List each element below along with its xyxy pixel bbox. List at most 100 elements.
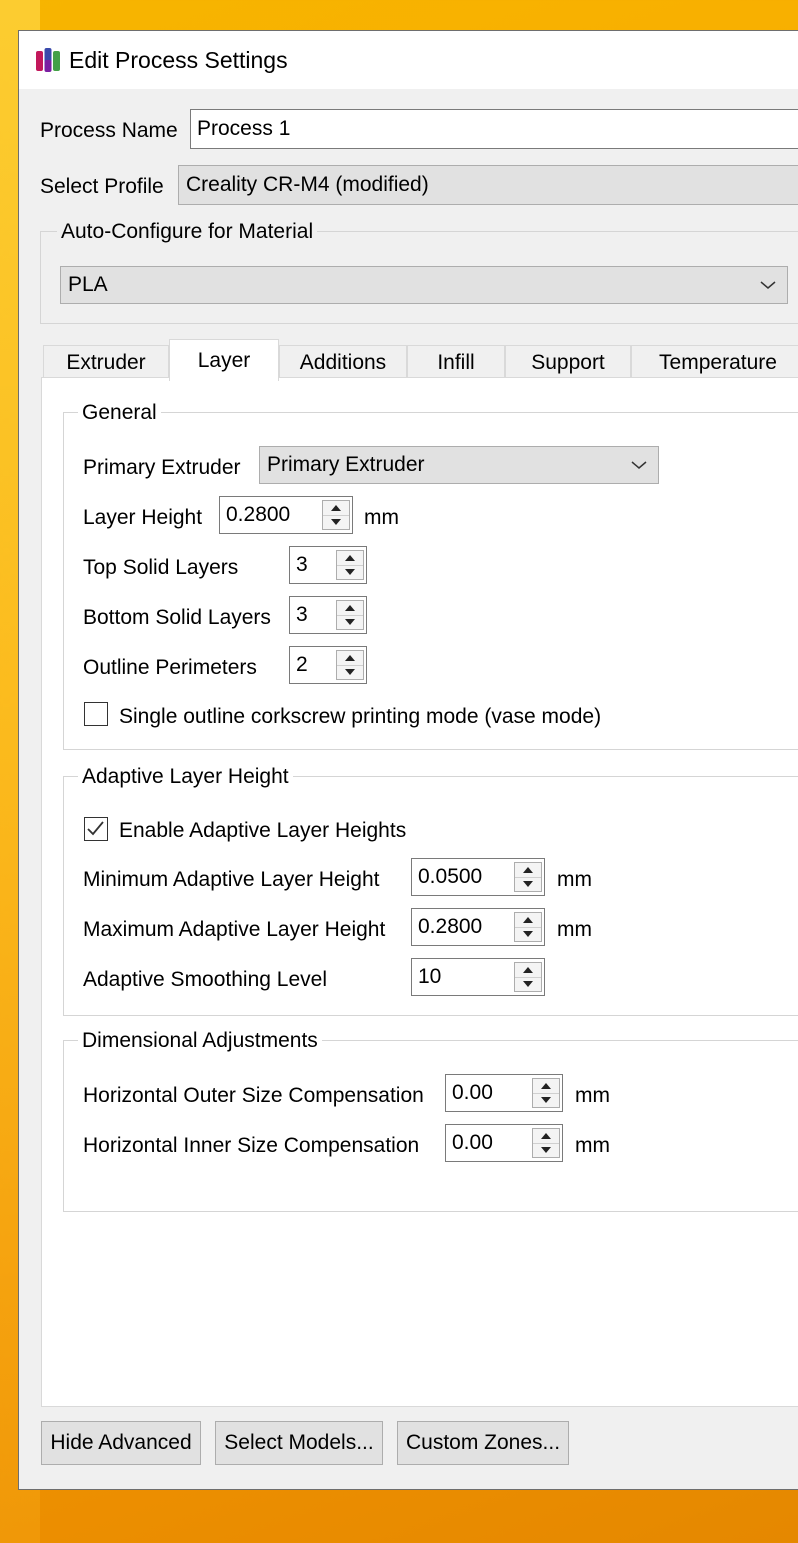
dimensional-adjustments-group: Dimensional Adjustments Horizontal Outer…: [63, 1029, 798, 1212]
layer-height-label: Layer Height: [83, 506, 203, 529]
spin-up-icon[interactable]: [337, 551, 363, 566]
spin-up-icon[interactable]: [515, 963, 541, 978]
vase-mode-label: Single outline corkscrew printing mode (…: [119, 705, 602, 728]
smoothing-level-stepper[interactable]: [514, 962, 542, 992]
enable-adaptive-label: Enable Adaptive Layer Heights: [119, 819, 407, 842]
layer-height-spinbox[interactable]: 0.2800: [219, 496, 353, 534]
settings-tab-bar: Extruder Layer Additions Infill Support …: [43, 339, 798, 381]
spin-up-icon[interactable]: [515, 913, 541, 928]
auto-configure-group: Auto-Configure for Material PLA: [40, 220, 798, 324]
tab-extruder-label: Extruder: [66, 350, 146, 374]
tab-infill-label: Infill: [437, 350, 475, 374]
bottom-solid-layers-spinbox[interactable]: 3: [289, 596, 367, 634]
smoothing-level-label: Adaptive Smoothing Level: [83, 968, 327, 991]
spin-up-icon[interactable]: [515, 863, 541, 878]
window-title: Edit Process Settings: [69, 47, 288, 73]
title-bar[interactable]: Edit Process Settings: [19, 31, 798, 89]
smoothing-level-spinbox[interactable]: 10: [411, 958, 545, 996]
outer-compensation-stepper[interactable]: [532, 1078, 560, 1108]
profile-select[interactable]: Creality CR-M4 (modified): [178, 165, 798, 205]
outline-perimeters-spinbox[interactable]: 2: [289, 646, 367, 684]
spin-up-icon[interactable]: [337, 601, 363, 616]
tab-layer-label: Layer: [197, 348, 251, 372]
tab-additions-label: Additions: [299, 350, 387, 374]
spin-down-icon[interactable]: [337, 616, 363, 630]
top-solid-layers-stepper[interactable]: [336, 550, 364, 580]
top-solid-layers-label: Top Solid Layers: [83, 556, 239, 579]
max-adaptive-unit: mm: [557, 918, 592, 941]
smoothing-level-value: 10: [418, 965, 442, 988]
vase-mode-checkbox[interactable]: [84, 702, 108, 726]
bottom-solid-layers-stepper[interactable]: [336, 600, 364, 630]
spin-down-icon[interactable]: [515, 978, 541, 992]
primary-extruder-value: Primary Extruder: [267, 453, 425, 476]
layer-tab-page: General Primary Extruder Primary Extrude…: [41, 377, 798, 1407]
layer-height-stepper[interactable]: [322, 500, 350, 530]
tab-support[interactable]: Support: [505, 345, 631, 379]
min-adaptive-spinbox[interactable]: 0.0500: [411, 858, 545, 896]
max-adaptive-stepper[interactable]: [514, 912, 542, 942]
primary-extruder-select[interactable]: Primary Extruder: [259, 446, 659, 484]
enable-adaptive-checkbox[interactable]: [84, 817, 108, 841]
tab-additions[interactable]: Additions: [279, 345, 407, 379]
min-adaptive-stepper[interactable]: [514, 862, 542, 892]
outer-compensation-spinbox[interactable]: 0.00: [445, 1074, 563, 1112]
select-models-button[interactable]: Select Models...: [215, 1421, 383, 1465]
custom-zones-button[interactable]: Custom Zones...: [397, 1421, 569, 1465]
general-group: General Primary Extruder Primary Extrude…: [63, 401, 798, 750]
max-adaptive-spinbox[interactable]: 0.2800: [411, 908, 545, 946]
hide-advanced-button[interactable]: Hide Advanced: [41, 1421, 201, 1465]
hide-advanced-label: Hide Advanced: [50, 1431, 192, 1454]
tab-infill[interactable]: Infill: [407, 345, 505, 379]
spin-down-icon[interactable]: [323, 516, 349, 530]
spin-down-icon[interactable]: [533, 1094, 559, 1108]
spin-down-icon[interactable]: [533, 1144, 559, 1158]
top-solid-layers-value: 3: [296, 553, 308, 576]
outer-compensation-value: 0.00: [452, 1081, 493, 1104]
inner-compensation-spinbox[interactable]: 0.00: [445, 1124, 563, 1162]
outer-compensation-unit: mm: [575, 1084, 610, 1107]
spin-up-icon[interactable]: [323, 501, 349, 516]
spin-down-icon[interactable]: [515, 928, 541, 942]
top-solid-layers-spinbox[interactable]: 3: [289, 546, 367, 584]
tab-extruder[interactable]: Extruder: [43, 345, 169, 379]
inner-compensation-stepper[interactable]: [532, 1128, 560, 1158]
inner-compensation-unit: mm: [575, 1134, 610, 1157]
layer-height-unit: mm: [364, 506, 399, 529]
max-adaptive-value: 0.2800: [418, 915, 483, 938]
app-logo-icon: [36, 48, 60, 72]
outline-perimeters-stepper[interactable]: [336, 650, 364, 680]
bottom-solid-layers-label: Bottom Solid Layers: [83, 606, 271, 629]
material-select[interactable]: PLA: [60, 266, 788, 304]
process-name-input[interactable]: Process 1: [190, 109, 798, 149]
tab-temperature[interactable]: Temperature: [631, 345, 798, 379]
profile-select-value: Creality CR-M4 (modified): [186, 173, 429, 196]
process-name-label: Process Name: [40, 119, 178, 142]
outer-compensation-label: Horizontal Outer Size Compensation: [83, 1084, 424, 1107]
tab-layer[interactable]: Layer: [169, 339, 279, 381]
adaptive-title: Adaptive Layer Height: [78, 765, 293, 789]
tab-temperature-label: Temperature: [659, 350, 777, 374]
outline-perimeters-value: 2: [296, 653, 308, 676]
edit-process-settings-dialog: Edit Process Settings Process Name Proce…: [18, 30, 798, 1490]
spin-up-icon[interactable]: [337, 651, 363, 666]
chevron-down-icon: [760, 281, 776, 289]
spin-up-icon[interactable]: [533, 1129, 559, 1144]
adaptive-layer-height-group: Adaptive Layer Height Enable Adaptive La…: [63, 765, 798, 1016]
min-adaptive-value: 0.0500: [418, 865, 483, 888]
spin-up-icon[interactable]: [533, 1079, 559, 1094]
select-profile-label: Select Profile: [40, 175, 164, 198]
spin-down-icon[interactable]: [337, 666, 363, 680]
spin-down-icon[interactable]: [515, 878, 541, 892]
outline-perimeters-label: Outline Perimeters: [83, 656, 257, 679]
auto-configure-title: Auto-Configure for Material: [57, 220, 318, 244]
material-select-value: PLA: [68, 273, 108, 296]
spin-down-icon[interactable]: [337, 566, 363, 580]
inner-compensation-value: 0.00: [452, 1131, 493, 1154]
select-models-label: Select Models...: [224, 1431, 374, 1454]
custom-zones-label: Custom Zones...: [405, 1431, 561, 1454]
min-adaptive-unit: mm: [557, 868, 592, 891]
process-name-value: Process 1: [197, 117, 291, 140]
dimensional-title: Dimensional Adjustments: [78, 1029, 322, 1053]
chevron-down-icon: [631, 461, 647, 469]
